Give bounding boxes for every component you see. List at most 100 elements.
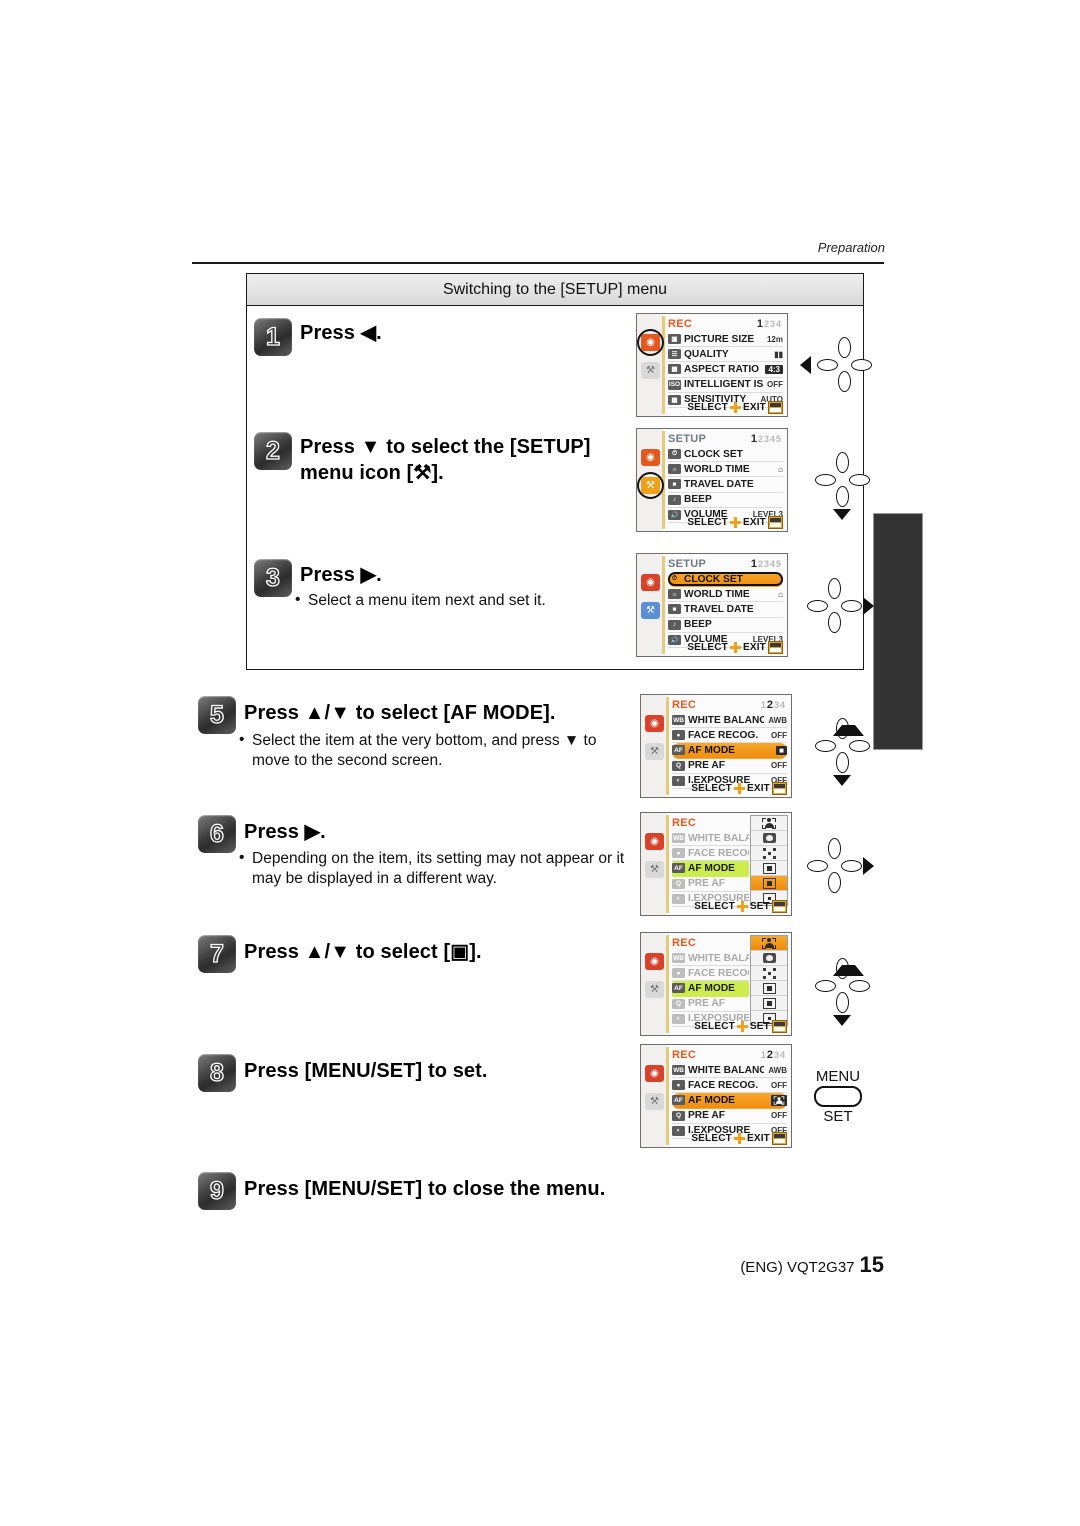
lcd-title: REC (672, 817, 697, 829)
menu-row[interactable]: ●FACE RECOG. (672, 966, 749, 982)
dpad-hint-icon (729, 642, 741, 653)
setup-tab-icon[interactable]: ⚒ (645, 861, 664, 878)
menu-row[interactable]: Q PRE AF OFF (672, 759, 787, 774)
setup-tab-icon[interactable]: ⚒ (645, 981, 664, 998)
menu-row[interactable]: ♪ BEEP (668, 493, 783, 508)
af-face-detection-icon[interactable] (751, 936, 787, 951)
menu-row-selected[interactable]: AF AF MODE ■ (672, 743, 787, 759)
menu-row[interactable]: ▣ PICTURE SIZE 12m (668, 332, 783, 348)
setup-tab-icon[interactable]: ⚒ (641, 602, 660, 619)
af-face-detection-icon (771, 1094, 787, 1106)
af-tracking-icon[interactable] (751, 831, 787, 846)
lcd-screen-step2: ◉ ⚒ SETUP 12345 ⏱ CLOCK SET ☼ WORLD TIME ⌂ … (636, 428, 788, 532)
step-3-text: Press ▶. (300, 564, 382, 586)
menu-row[interactable]: Q PRE AF OFF (672, 1109, 787, 1124)
af-1-area-icon[interactable] (751, 876, 787, 891)
menu-row-active[interactable]: AF AF MODE (672, 861, 749, 877)
af-11-area-icon[interactable] (751, 861, 787, 876)
menu-row[interactable]: ▦ ASPECT RATIO 4:3 (668, 362, 783, 378)
beep-icon: ♪ (668, 619, 681, 630)
footer-page-number: 15 (859, 1252, 884, 1277)
menu-rows: WBWHITE BALANCEAWB ●FACE RECOG.OFF AFAF … (672, 1063, 787, 1139)
menu-row[interactable]: ■ TRAVEL DATE (668, 602, 783, 618)
lcd-inner: ◉ ⚒ REC 1234 ▣ PICTURE SIZE 12m ☰ QUALITY ▮▮… (637, 314, 787, 416)
menu-button-chip-icon (768, 401, 783, 414)
setup-tab-icon[interactable]: ⚒ (645, 1093, 664, 1110)
af-mode-icon: AF (672, 983, 685, 994)
menu-row[interactable]: ☼ WORLD TIME ⌂ (668, 587, 783, 603)
af-tracking-icon[interactable] (751, 951, 787, 966)
arrow-right-icon (863, 857, 874, 875)
dpad-diagram-down (808, 452, 880, 520)
rec-tab-icon[interactable]: ◉ (645, 715, 664, 732)
footer-action-label: EXIT (746, 783, 770, 794)
af-face-detection-icon[interactable] (751, 816, 787, 831)
setup-tab-icon[interactable]: ⚒ (645, 743, 664, 760)
menu-row[interactable]: ☰ QUALITY ▮▮ (668, 347, 783, 363)
menu-row[interactable]: ●FACE RECOG. (672, 846, 749, 862)
lcd-inner: ◉ ⚒ SETUP 12345 ⏱ CLOCK SET ☼ WORLD TIME ⌂ … (637, 429, 787, 531)
section-edge-tab (873, 513, 923, 750)
lcd-header: REC 1234 (668, 317, 782, 331)
dpad-diagram-left (800, 337, 882, 393)
af-23-area-icon[interactable] (751, 966, 787, 981)
af-11-area-icon[interactable] (751, 981, 787, 996)
menu-row-active[interactable]: AF AF MODE (672, 981, 749, 997)
menu-row[interactable]: WBWHITE BALANC (672, 831, 749, 847)
dpad-down (836, 992, 849, 1013)
white-balance-icon: WB (672, 1065, 685, 1076)
step-8-text: Press [MENU/SET] to set. (244, 1060, 488, 1082)
step-6-badge: 6 (198, 815, 236, 853)
menu-row[interactable]: WBWHITE BALANCEAWB (672, 1063, 787, 1079)
arrow-up-icon (833, 704, 864, 736)
arrow-down-icon (833, 1015, 851, 1026)
lcd-title: REC (672, 699, 697, 711)
pre-af-icon: Q (672, 878, 685, 889)
setup-tab-icon[interactable]: ⚒ (641, 362, 660, 379)
lcd-scroll-rail (662, 316, 665, 414)
rec-tab-icon[interactable]: ◉ (641, 574, 660, 591)
dpad-right (849, 980, 870, 992)
menu-row[interactable]: WBWHITE BALANCEAWB (672, 713, 787, 729)
af-mode-submenu (750, 935, 788, 1026)
step-6-text: Press ▶. (244, 821, 326, 843)
menu-row[interactable]: ISO INTELLIGENT ISO OFF (668, 378, 783, 393)
menu-set-pill[interactable] (814, 1086, 862, 1107)
menu-set-bottom-label: SET (823, 1108, 853, 1125)
footer-action-label: SET (749, 901, 770, 912)
menu-row[interactable]: ● FACE RECOG. OFF (672, 1078, 787, 1094)
rec-tab-icon[interactable]: ◉ (645, 953, 664, 970)
menu-row-selected[interactable]: ⏱ CLOCK SET (668, 572, 783, 588)
pre-af-icon: Q (672, 760, 685, 771)
footer-select-label: SELECT (694, 901, 735, 912)
dpad-right (841, 860, 862, 872)
menu-row[interactable]: Q PRE AF (672, 997, 749, 1012)
menu-button-chip-icon (772, 900, 787, 913)
menu-rows: ⏱ CLOCK SET ☼ WORLD TIME ⌂ ■ TRAVEL DATE ♪ BE… (668, 572, 783, 648)
white-balance-icon: WB (672, 833, 685, 844)
face-recog-icon: ● (672, 1080, 685, 1091)
menu-row[interactable]: ■ TRAVEL DATE (668, 477, 783, 493)
step-7-text: Press ▲/▼ to select [▣]. (244, 941, 482, 963)
lcd-inner: ◉ ⚒ REC WBWHITE BALANC ●FACE RECOG. AFAF… (641, 933, 791, 1035)
af-23-area-icon[interactable] (751, 846, 787, 861)
dpad-hint-icon (736, 1021, 748, 1032)
aspect-ratio-icon: ▦ (668, 364, 681, 375)
arrow-right-icon (863, 597, 874, 615)
rec-tab-icon[interactable]: ◉ (645, 833, 664, 850)
menu-row[interactable]: WBWHITE BALANC (672, 951, 749, 967)
menu-row[interactable]: ● FACE RECOG. OFF (672, 728, 787, 744)
menu-row[interactable]: ⏱ CLOCK SET (668, 447, 783, 463)
menu-rows: ⏱ CLOCK SET ☼ WORLD TIME ⌂ ■ TRAVEL DATE ♪ BE… (668, 447, 783, 523)
menu-row-selected[interactable]: AF AF MODE (672, 1093, 787, 1109)
rec-tab-icon[interactable]: ◉ (645, 1065, 664, 1082)
menu-row[interactable]: ☼ WORLD TIME ⌂ (668, 462, 783, 478)
menu-row[interactable]: Q PRE AF (672, 877, 749, 892)
dpad-down (828, 872, 841, 893)
step-1-badge: 1 (254, 318, 292, 356)
af-1-area-icon[interactable] (751, 996, 787, 1011)
rec-tab-icon[interactable]: ◉ (641, 449, 660, 466)
arrow-up-icon (833, 944, 864, 976)
menu-row[interactable]: ♪ BEEP (668, 618, 783, 633)
menu-button-chip-icon (772, 1020, 787, 1033)
